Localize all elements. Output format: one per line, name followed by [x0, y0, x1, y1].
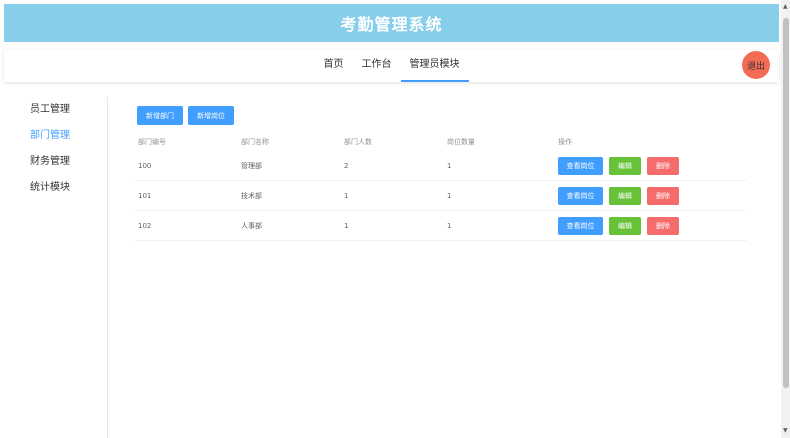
- header-dept-id: 部门编号: [138, 138, 166, 146]
- header-dept-people: 部门人数: [344, 138, 372, 146]
- scrollbar-thumb[interactable]: [783, 18, 789, 388]
- table-row: 101 技术部 1 1 查看岗位 编辑 删除: [135, 181, 747, 211]
- cell-dept-name: 管理部: [241, 161, 262, 170]
- sidebar-item-finance[interactable]: 财务管理: [8, 149, 107, 175]
- cell-dept-id: 102: [138, 221, 152, 230]
- table-header-row: 部门编号 部门名称 部门人数 岗位数量 操作: [135, 133, 747, 151]
- add-post-button[interactable]: 新增岗位: [188, 106, 234, 125]
- tab-workbench[interactable]: 工作台: [353, 50, 401, 82]
- department-table: 部门编号 部门名称 部门人数 岗位数量 操作 100 管理部 2 1 查看岗位 …: [135, 133, 747, 241]
- edit-button[interactable]: 编辑: [609, 186, 641, 205]
- sidebar-item-statistics[interactable]: 统计模块: [8, 175, 107, 201]
- tab-home[interactable]: 首页: [315, 50, 353, 82]
- app-title: 考勤管理系统: [340, 15, 443, 34]
- view-posts-button[interactable]: 查看岗位: [558, 156, 603, 175]
- cell-post-count: 1: [447, 161, 452, 170]
- cell-dept-people: 1: [344, 191, 349, 200]
- scroll-up-arrow-icon[interactable]: ▲: [783, 3, 788, 10]
- delete-button[interactable]: 删除: [647, 186, 679, 205]
- nav-tabs: 首页 工作台 管理员模块: [4, 50, 779, 82]
- app-header: 考勤管理系统: [4, 4, 779, 42]
- cell-actions: 查看岗位 编辑 删除: [547, 156, 747, 175]
- cell-actions: 查看岗位 编辑 删除: [547, 186, 747, 205]
- delete-button[interactable]: 删除: [647, 216, 679, 235]
- scroll-down-arrow-icon[interactable]: ▼: [783, 427, 788, 434]
- sidebar-item-employees[interactable]: 员工管理: [8, 97, 107, 123]
- toolbar: 新增部门 新增岗位: [137, 106, 234, 125]
- sidebar-item-departments[interactable]: 部门管理: [8, 123, 107, 149]
- delete-button[interactable]: 删除: [647, 156, 679, 175]
- cell-actions: 查看岗位 编辑 删除: [547, 216, 747, 235]
- edit-button[interactable]: 编辑: [609, 156, 641, 175]
- view-posts-button[interactable]: 查看岗位: [558, 216, 603, 235]
- cell-dept-people: 2: [344, 161, 349, 170]
- sidebar: 员工管理 部门管理 财务管理 统计模块: [8, 97, 108, 438]
- header-actions: 操作: [558, 138, 572, 146]
- top-nav: 首页 工作台 管理员模块 退出: [4, 50, 779, 82]
- header-post-count: 岗位数量: [447, 138, 475, 146]
- cell-post-count: 1: [447, 191, 452, 200]
- cell-dept-id: 101: [138, 191, 152, 200]
- cell-dept-people: 1: [344, 221, 349, 230]
- add-department-button[interactable]: 新增部门: [137, 106, 183, 125]
- cell-dept-name: 技术部: [241, 191, 262, 200]
- table-row: 100 管理部 2 1 查看岗位 编辑 删除: [135, 151, 747, 181]
- cell-post-count: 1: [447, 221, 452, 230]
- logout-button[interactable]: 退出: [742, 51, 770, 79]
- view-posts-button[interactable]: 查看岗位: [558, 186, 603, 205]
- header-dept-name: 部门名称: [241, 138, 269, 146]
- table-row: 102 人事部 1 1 查看岗位 编辑 删除: [135, 211, 747, 241]
- edit-button[interactable]: 编辑: [609, 216, 641, 235]
- tab-admin-module[interactable]: 管理员模块: [400, 50, 469, 82]
- cell-dept-name: 人事部: [241, 221, 262, 230]
- cell-dept-id: 100: [138, 161, 152, 170]
- app-page: 考勤管理系统 首页 工作台 管理员模块 退出 员工管理 部门管理 财务管理 统计…: [0, 0, 790, 438]
